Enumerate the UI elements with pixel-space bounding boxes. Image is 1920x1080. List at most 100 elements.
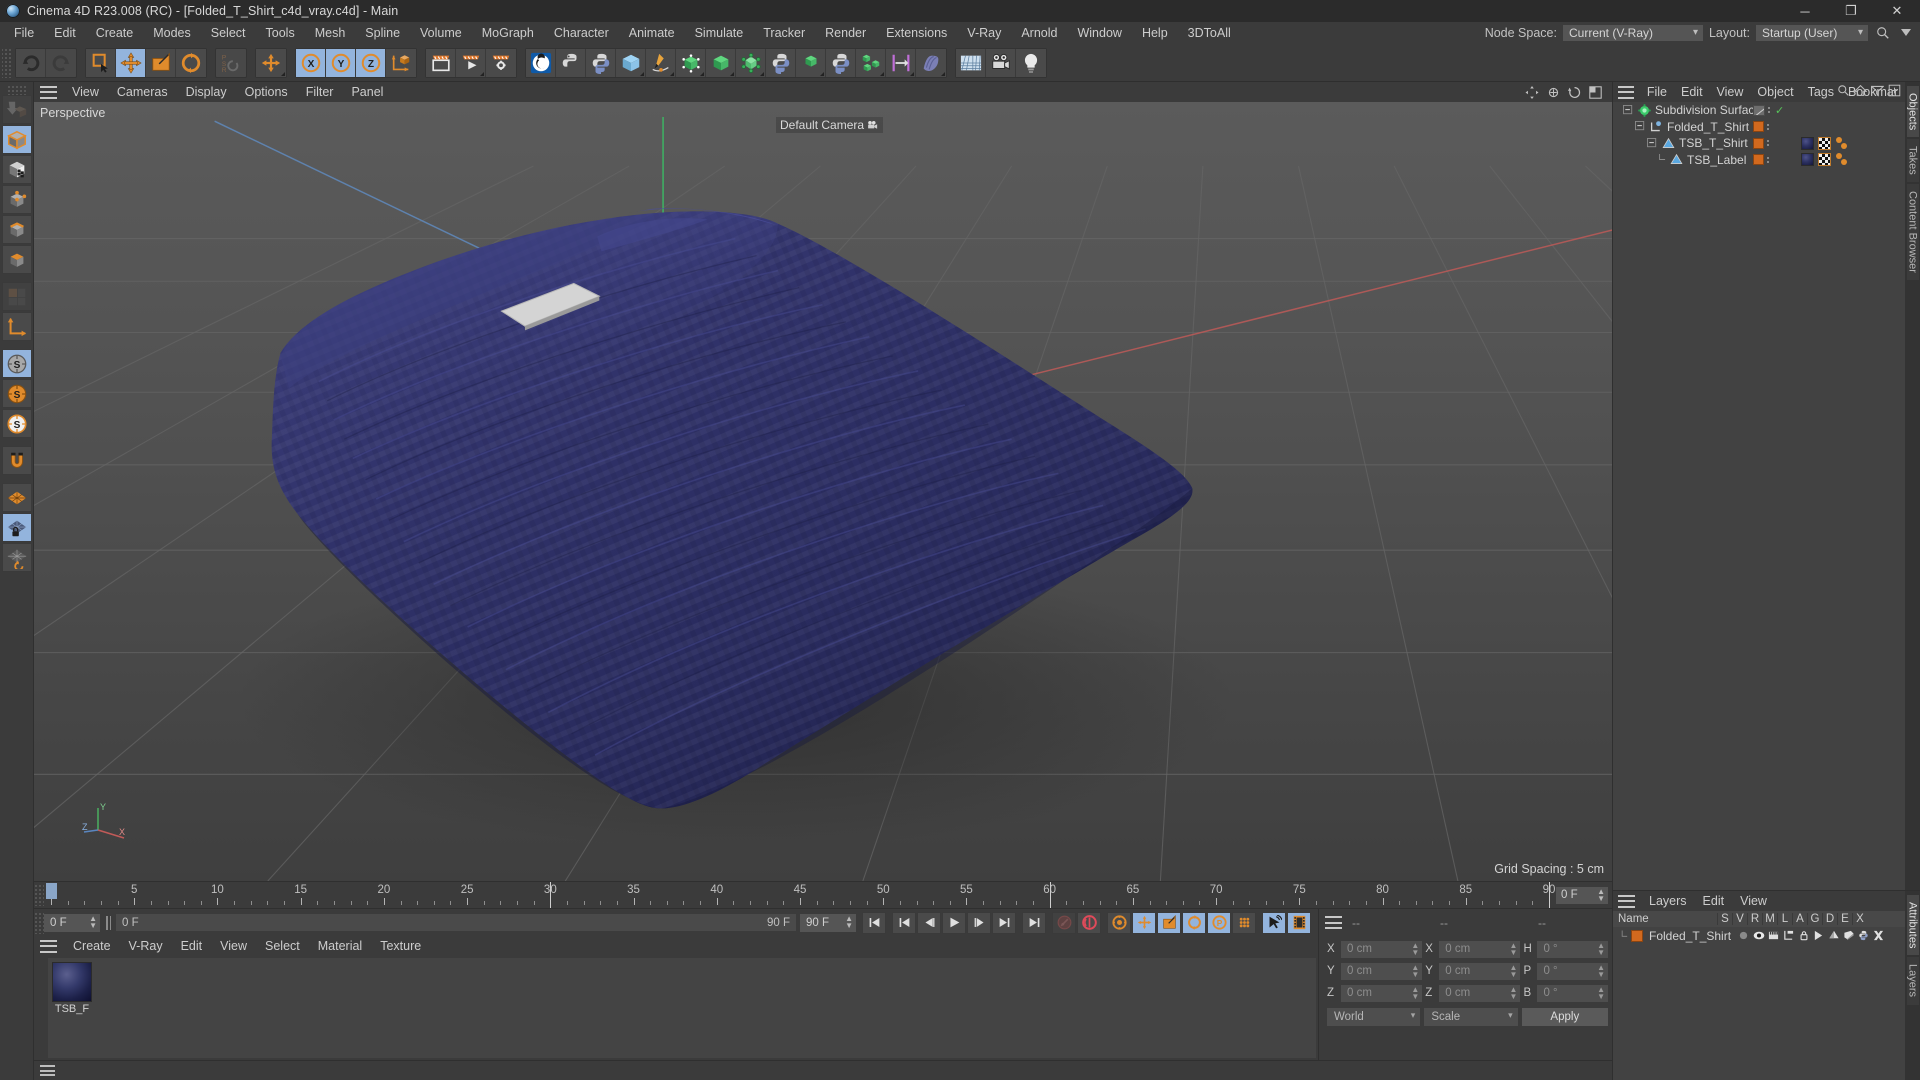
- cube-primitive-icon[interactable]: [616, 48, 646, 77]
- lock-icon[interactable]: [1797, 929, 1810, 942]
- make-editable-icon[interactable]: [1, 95, 32, 124]
- render-settings-icon[interactable]: [486, 48, 516, 77]
- object-row-tsb-t-shirt[interactable]: TSB_T_Shirt: [1613, 135, 1905, 152]
- layers-col-e[interactable]: E: [1837, 913, 1852, 925]
- menu-volume[interactable]: Volume: [410, 22, 472, 44]
- layer-row[interactable]: Folded_T_Shirt: [1613, 927, 1905, 944]
- motion-system-icon[interactable]: [1262, 911, 1286, 934]
- record-active-objects-icon[interactable]: [1052, 911, 1076, 934]
- menu-arnold[interactable]: Arnold: [1011, 22, 1067, 44]
- hamburger-icon[interactable]: [1325, 916, 1342, 929]
- viewport-menu-display[interactable]: Display: [177, 82, 236, 102]
- manager-icon[interactable]: [1782, 929, 1795, 942]
- search-icon[interactable]: [1874, 25, 1891, 42]
- viewport-maximize-icon[interactable]: [1589, 85, 1602, 99]
- minimize-button[interactable]: ─: [1782, 0, 1828, 22]
- camera-label[interactable]: Default Camera: [776, 117, 884, 133]
- subdivision-surface-icon[interactable]: [706, 48, 736, 77]
- spinner-icon[interactable]: ▲ ▼: [1597, 887, 1605, 902]
- timeline-film-icon[interactable]: [1287, 911, 1311, 934]
- menu-tools[interactable]: Tools: [256, 22, 305, 44]
- world-object-axis-icon[interactable]: [386, 48, 416, 77]
- deformer-icon[interactable]: [1842, 929, 1855, 942]
- menu-simulate[interactable]: Simulate: [685, 22, 754, 44]
- lock-y-axis-icon[interactable]: Y: [326, 48, 356, 77]
- menu-edit[interactable]: Edit: [44, 22, 86, 44]
- om-menu-edit[interactable]: Edit: [1674, 82, 1710, 102]
- filter-icon[interactable]: [1871, 84, 1884, 97]
- viewport-menu-view[interactable]: View: [63, 82, 108, 102]
- home-icon[interactable]: [1854, 84, 1867, 97]
- xref-icon[interactable]: [1872, 929, 1885, 942]
- autokeying-icon[interactable]: [1077, 911, 1101, 934]
- viewport-menu-filter[interactable]: Filter: [297, 82, 343, 102]
- spinner-icon[interactable]: ▲ ▼: [1510, 941, 1518, 956]
- tab-objects[interactable]: Objects: [1906, 86, 1919, 138]
- uvw-tag-icon[interactable]: [1818, 153, 1831, 167]
- layer-color-tag-icon[interactable]: [1753, 137, 1764, 149]
- timeline-playhead[interactable]: [46, 883, 57, 899]
- go-to-end-icon[interactable]: [1022, 911, 1046, 934]
- object-tree[interactable]: Subdivision Surface ✓ Folded_T_Shirt TSB…: [1613, 102, 1905, 890]
- layer-color-tag-icon[interactable]: [1753, 121, 1764, 133]
- spinner-icon[interactable]: ▲ ▼: [1597, 985, 1605, 1000]
- menu-create[interactable]: Create: [86, 22, 144, 44]
- layers-col-g[interactable]: G: [1807, 913, 1822, 925]
- layer-color-tag-icon[interactable]: [1753, 154, 1764, 166]
- mograph-matrix-icon[interactable]: [856, 48, 886, 77]
- expand-collapse-icon[interactable]: [1647, 137, 1658, 149]
- pen-spline-icon[interactable]: [646, 48, 676, 77]
- array-generator-icon[interactable]: [676, 48, 706, 77]
- tab-takes[interactable]: Takes: [1906, 139, 1919, 183]
- visibility-dots-icon[interactable]: [1768, 105, 1772, 116]
- om-menu-file[interactable]: File: [1640, 82, 1674, 102]
- material-menu-view[interactable]: View: [211, 936, 256, 956]
- menu-3dtoall[interactable]: 3DToAll: [1178, 22, 1241, 44]
- spinner-icon[interactable]: ▲ ▼: [845, 914, 853, 929]
- visibility-dots-icon[interactable]: [1767, 121, 1771, 132]
- viewport-rotate-icon[interactable]: [1568, 86, 1581, 99]
- workplane-icon[interactable]: [1, 483, 32, 512]
- python-generator-icon[interactable]: [556, 48, 586, 77]
- viewport-menu-panel[interactable]: Panel: [342, 82, 392, 102]
- transport-grip[interactable]: [34, 911, 44, 934]
- undo-icon[interactable]: [16, 48, 46, 77]
- coord-rotation-p-field[interactable]: 0 ° ▲ ▼: [1537, 962, 1608, 980]
- render-to-picture-viewer-icon[interactable]: [456, 48, 486, 77]
- layout-select[interactable]: Startup (User) ▾: [1756, 25, 1868, 41]
- viewport-menu-options[interactable]: Options: [236, 82, 297, 102]
- tab-content-browser[interactable]: Content Browser: [1906, 184, 1919, 280]
- timeline-grip[interactable]: [34, 884, 44, 906]
- menu-window[interactable]: Window: [1067, 22, 1131, 44]
- points-mode-icon[interactable]: [1, 185, 32, 214]
- uvw-tag-icon[interactable]: [1818, 136, 1831, 150]
- material-tag-icon[interactable]: [1801, 136, 1814, 150]
- animation-icon[interactable]: [1812, 929, 1825, 942]
- python-effector-icon[interactable]: [826, 48, 856, 77]
- generator-icon[interactable]: [1827, 929, 1840, 942]
- go-to-start-icon[interactable]: [862, 911, 886, 934]
- object-row-folded-t-shirt[interactable]: Folded_T_Shirt: [1613, 119, 1905, 136]
- preview-range-grip[interactable]: [106, 915, 112, 930]
- disabled-tag-icon[interactable]: [1753, 104, 1765, 116]
- visibility-dots-icon[interactable]: [1767, 138, 1771, 149]
- tab-attributes[interactable]: Attributes: [1906, 895, 1919, 956]
- layers-col-x[interactable]: X: [1852, 913, 1867, 925]
- material-menu-material[interactable]: Material: [309, 936, 371, 956]
- object-row-tsb-label[interactable]: TSB_Label: [1613, 152, 1905, 169]
- material-menu-create[interactable]: Create: [64, 936, 120, 956]
- menu-spline[interactable]: Spline: [355, 22, 410, 44]
- hamburger-icon[interactable]: [40, 85, 57, 99]
- om-menu-tags[interactable]: Tags: [1801, 82, 1841, 102]
- material-tag-icon[interactable]: [1801, 153, 1814, 167]
- step-forward-icon[interactable]: [967, 911, 991, 934]
- menu-vray[interactable]: V-Ray: [957, 22, 1011, 44]
- magnet-tool-icon[interactable]: [1, 446, 32, 475]
- snap-settings-orange-icon[interactable]: S: [1, 379, 32, 408]
- max-frame-field[interactable]: 90 F ▲ ▼: [800, 913, 856, 932]
- coordinate-system-select[interactable]: World ▾: [1327, 1008, 1421, 1026]
- layers-col-v[interactable]: V: [1732, 913, 1747, 925]
- deformer-icon[interactable]: [736, 48, 766, 77]
- hamburger-icon[interactable]: [40, 939, 57, 953]
- spinner-icon[interactable]: ▲ ▼: [89, 914, 97, 929]
